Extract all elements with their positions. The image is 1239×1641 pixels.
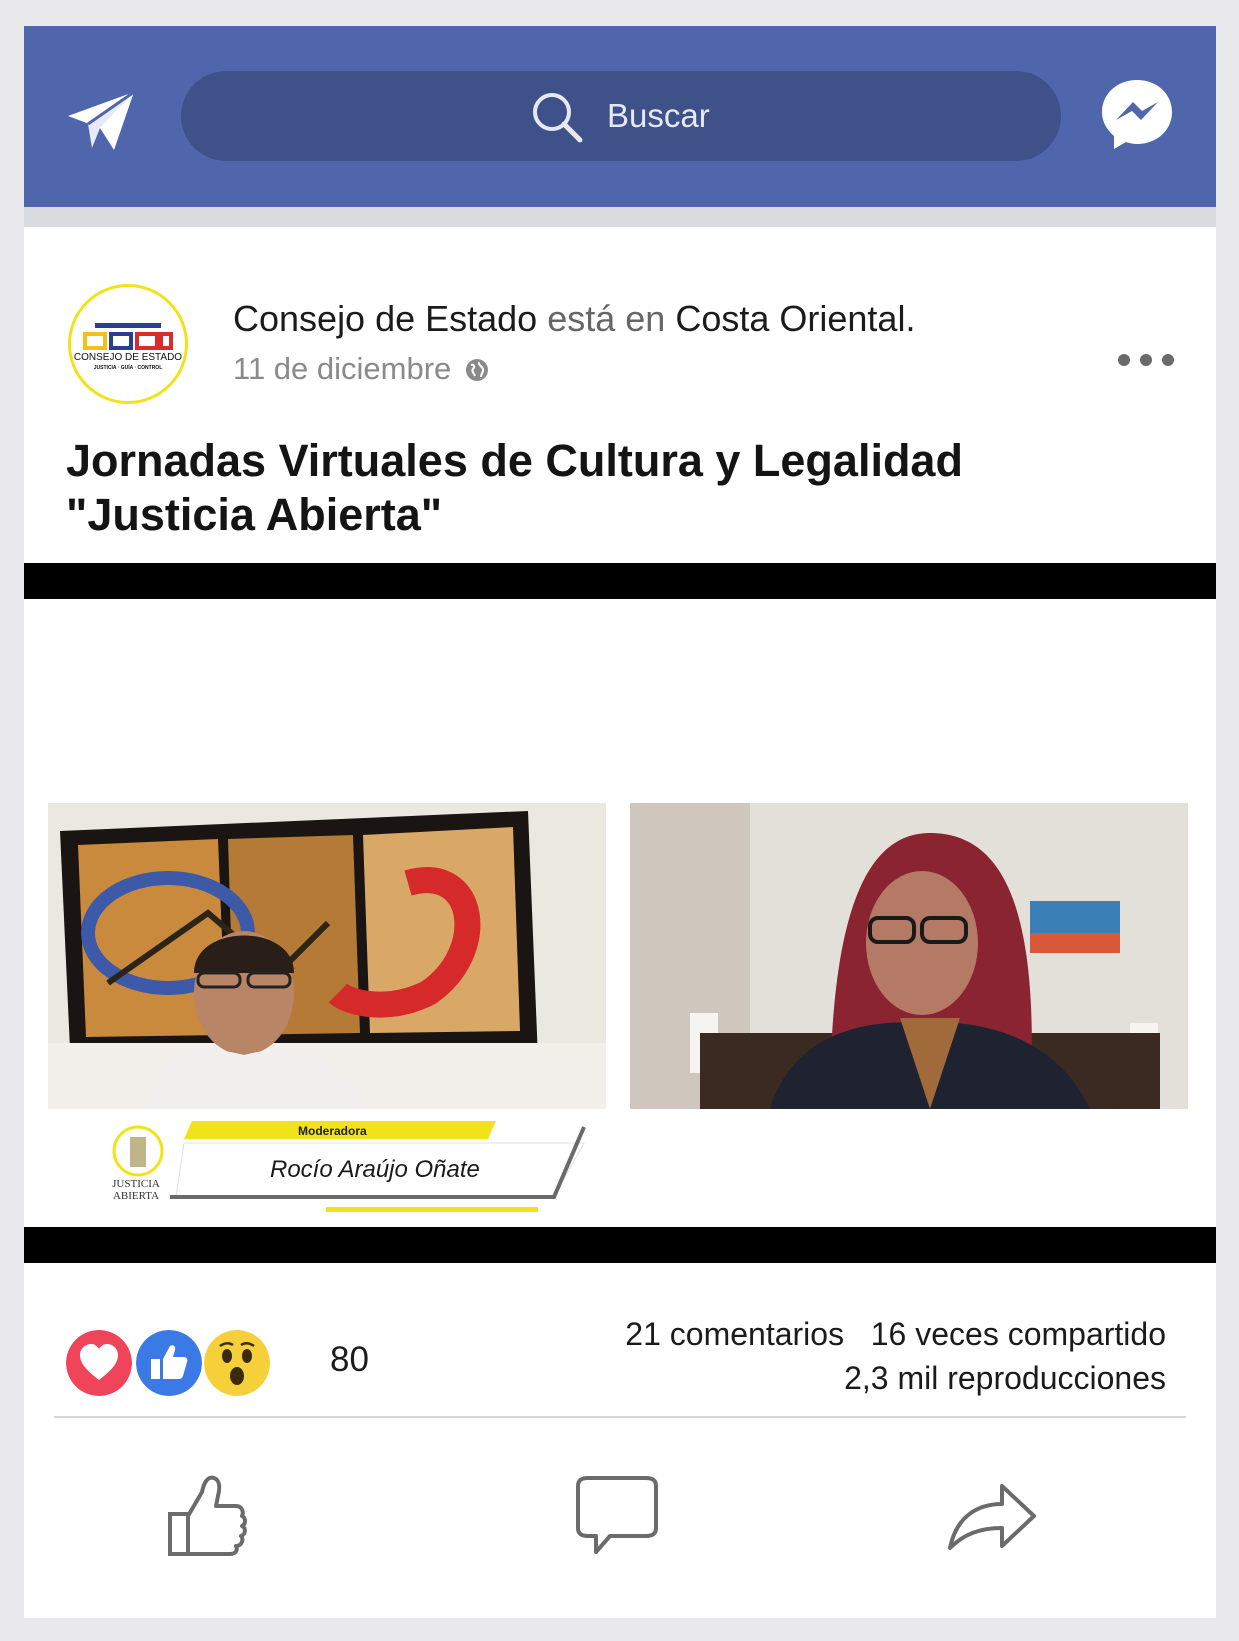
messenger-icon[interactable] [1099,76,1175,152]
header-separator [24,207,1216,227]
video-player[interactable]: JUSTICIA ABIERTA Moderadora Rocío Araújo… [24,563,1216,1263]
lower-third-name: Rocío Araújo Oñate [270,1156,480,1183]
views-count[interactable]: 2,3 mil reproducciones [844,1360,1166,1396]
engagement-stats: 21 comentarios 16 veces compartido [625,1316,1166,1353]
more-options-icon[interactable] [1116,352,1176,368]
logo-line-1: JUSTICIA [112,1178,160,1190]
action-divider [54,1416,1186,1418]
post-title-line-1: Jornadas Virtuales de Cultura y Legalida… [66,435,963,486]
post-date[interactable]: 11 de diciembre [233,351,451,386]
location-connector: está en [547,298,666,339]
globe-icon [466,359,489,381]
search-bar[interactable]: Buscar [181,71,1061,161]
like-reaction-icon [136,1330,202,1396]
svg-text:CONSEJO DE ESTADO: CONSEJO DE ESTADO [74,352,182,363]
post-title: Jornadas Virtuales de Cultura y Legalida… [66,434,1166,542]
views-stats: 2,3 mil reproducciones [844,1360,1166,1397]
lower-third-banner: JUSTICIA ABIERTA Moderadora Rocío Araújo… [112,1121,586,1212]
author-name[interactable]: Consejo de Estado [233,298,537,339]
love-reaction-icon [66,1330,132,1396]
post-title-line-2: "Justicia Abierta" [66,489,443,540]
send-icon[interactable] [66,90,138,154]
comments-count[interactable]: 21 comentarios [625,1316,844,1352]
participant-image [630,803,1188,1109]
participant-image [48,803,606,1109]
post-author-line: Consejo de Estado está en Costa Oriental… [233,298,915,340]
search-input[interactable]: Buscar [607,93,710,139]
video-letterbox-top [24,563,1216,599]
top-bar: Buscar [24,26,1216,207]
reaction-count: 80 [330,1340,369,1379]
search-icon [533,93,583,143]
shares-count[interactable]: 16 veces compartido [871,1316,1166,1352]
phone-frame: Buscar CONSEJO DE ESTADO JUSTICIA · GUÍA… [24,26,1216,1618]
avatar[interactable]: CONSEJO DE ESTADO JUSTICIA · GUÍA · CONT… [68,284,188,404]
video-controls-bar [24,1227,1216,1263]
svg-text:JUSTICIA · GUÍA · CONTROL: JUSTICIA · GUÍA · CONTROL [94,363,163,371]
logo-line-2: ABIERTA [113,1190,159,1202]
justicia-abierta-logo-icon [112,1125,164,1177]
post-date-line: 11 de diciembre [233,351,489,387]
share-icon[interactable] [942,1466,1042,1576]
wow-reaction-icon [204,1330,270,1396]
comment-icon[interactable] [566,1466,666,1576]
like-icon[interactable] [162,1466,262,1576]
lower-third-role: Moderadora [298,1124,367,1138]
video-feed-left [48,803,606,1109]
consejo-logo-icon: CONSEJO DE ESTADO JUSTICIA · GUÍA · CONT… [74,323,182,371]
location-name[interactable]: Costa Oriental. [675,298,915,339]
video-feed-right [630,803,1188,1109]
